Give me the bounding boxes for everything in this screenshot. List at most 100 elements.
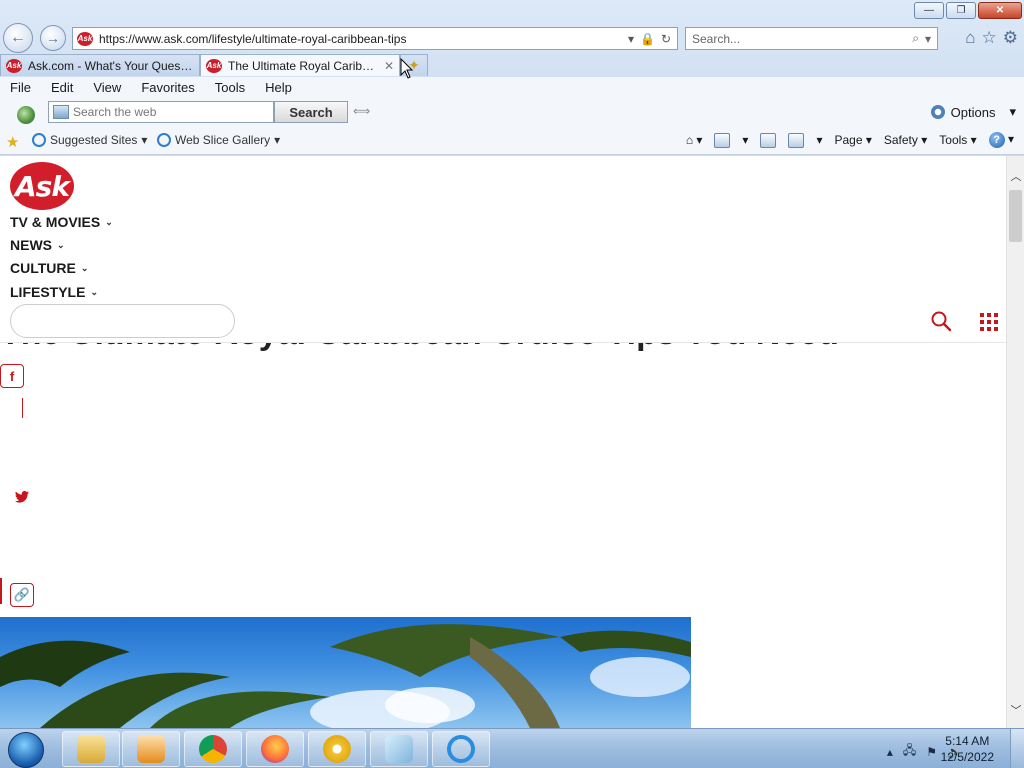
browser-search-placeholder[interactable]: Search... [692,32,912,46]
twitter-bird-icon [15,491,29,503]
text-caret [22,398,23,418]
ask-favicon-icon: Ask [206,58,222,73]
refresh-icon[interactable]: ↻ [661,32,671,46]
twitter-share-button[interactable] [12,490,32,510]
mouse-cursor-icon [400,58,414,79]
taskbar-explorer[interactable] [62,731,120,767]
options-button[interactable]: Options ▾ [930,104,1016,120]
address-bar[interactable]: Ask https://www.ask.com/lifestyle/ultima… [72,27,678,50]
home-button[interactable]: ⌂ ▾ [686,133,703,147]
options-label: Options [950,104,996,120]
back-button[interactable]: ← [3,23,33,53]
web-search-placeholder[interactable]: Search the web [73,105,156,119]
dropdown-arrow-icon[interactable]: ▾ [628,32,634,46]
read-mail-icon[interactable] [760,132,777,148]
facebook-share-button[interactable]: f [0,364,24,388]
taskbar-notepad[interactable] [370,731,428,767]
menu-edit[interactable]: Edit [51,80,73,95]
taskbar-media-player[interactable] [122,731,180,767]
search-provider-icon[interactable] [53,105,69,119]
safety-menu-label: Safety [883,133,918,147]
taskbar-firefox[interactable] [246,731,304,767]
nav-label: TV & MOVIES [10,214,101,230]
tab-ask-home[interactable]: Ask Ask.com - What's Your Questi... [0,54,200,76]
chevron-down-icon: ⌄ [90,286,98,297]
show-desktop-button[interactable] [1010,729,1024,768]
browser-search-box[interactable]: Search... ⌕ ▾ [685,27,938,50]
scroll-up-icon[interactable]: ︿ [1009,168,1023,183]
safety-menu[interactable]: Safety ▾ [884,133,927,147]
folder-icon [77,735,105,763]
nav-news[interactable]: NEWS ⌄ [10,237,65,253]
action-center-flag-icon[interactable]: ⚑ [926,745,937,759]
nav-tv-movies[interactable]: TV & MOVIES ⌄ [10,214,113,230]
favorites-star-icon[interactable]: ☆ [982,28,997,48]
taskbar-app-stethoscope[interactable] [308,731,366,767]
internet-explorer-icon [447,735,475,763]
scroll-down-icon[interactable]: ﹀ [1009,702,1023,717]
suggested-sites-link[interactable]: Suggested Sites ▾ [32,133,147,147]
restore-button[interactable]: ❐ [946,2,976,19]
address-url[interactable]: https://www.ask.com/lifestyle/ultimate-r… [99,32,628,46]
chevron-down-icon: ▾ [1009,104,1016,119]
tray-expand-icon[interactable]: ▴ [887,745,893,759]
tools-menu-label: Tools [939,133,968,147]
arrow-left-icon: ← [10,29,26,46]
favorites-star-icon[interactable]: ★ [6,133,19,151]
window-controls: — ❐ ✕ [914,2,1022,19]
taskbar-chrome[interactable] [184,731,242,767]
toolbar-grip-icon[interactable]: ⟺ [353,104,370,118]
page-menu-label: Page [834,133,863,147]
taskbar-internet-explorer[interactable] [432,731,490,767]
rss-feeds-icon[interactable] [714,132,731,148]
tools-menu[interactable]: Tools ▾ [939,133,976,147]
feeds-dropdown-icon[interactable]: ▾ [742,133,748,147]
site-search-input[interactable] [10,304,235,338]
gear-icon[interactable]: ⚙ [1003,28,1018,48]
lock-icon[interactable]: 🔒 [640,32,655,46]
print-dropdown-icon[interactable]: ▾ [816,133,822,147]
taskbar-clock[interactable]: 5:14 AM 12/5/2022 [941,733,994,765]
hero-image [0,617,691,728]
chevron-down-icon: ▾ [141,133,148,147]
clock-date: 12/5/2022 [940,750,994,764]
firefox-icon [261,735,289,763]
page-menu[interactable]: Page ▾ [834,133,871,147]
menu-file[interactable]: File [10,80,31,95]
help-menu[interactable]: ? ▾ [988,132,1014,148]
home-icon[interactable]: ⌂ [965,28,975,48]
nav-culture[interactable]: CULTURE ⌄ [10,260,88,276]
share-accent-bar [0,578,2,604]
nav-lifestyle[interactable]: LIFESTYLE ⌄ [10,284,98,300]
tab-royal-caribbean[interactable]: Ask The Ultimate Royal Caribbe... ✕ [200,54,400,76]
network-icon[interactable]: 🖧 [903,741,916,762]
web-slice-gallery-label: Web Slice Gallery [175,133,271,147]
apps-grid-icon[interactable] [980,313,998,331]
browser-toolbar-icons: ⌂ ☆ ⚙ [965,28,1018,48]
menu-view[interactable]: View [93,80,121,95]
chrome-icon [199,735,227,763]
menu-help[interactable]: Help [265,80,292,95]
start-button[interactable] [8,732,44,768]
menu-tools[interactable]: Tools [215,80,245,95]
scroll-thumb[interactable] [1009,190,1022,242]
search-dropdown-icon[interactable]: ▾ [925,32,931,46]
print-icon[interactable] [788,132,805,148]
globe-icon[interactable] [17,106,35,124]
options-gear-icon [930,105,945,119]
ask-logo[interactable]: Ask [10,162,74,210]
menu-favorites[interactable]: Favorites [141,80,194,95]
forward-button[interactable]: → [40,25,66,51]
search-icon[interactable] [930,310,952,332]
magnifier-icon[interactable]: ⌕ [912,31,919,46]
web-slice-gallery-link[interactable]: Web Slice Gallery ▾ [157,133,280,147]
chevron-down-icon: ⌄ [80,262,89,273]
web-search-input[interactable]: Search the web [48,101,274,123]
close-window-button[interactable]: ✕ [978,2,1022,19]
vertical-scrollbar[interactable]: ︿ ﹀ [1006,156,1024,728]
copy-link-button[interactable]: 🔗 [10,583,34,607]
close-tab-icon[interactable]: ✕ [384,59,394,73]
stethoscope-icon [323,735,351,763]
web-search-button[interactable]: Search [274,101,348,123]
minimize-button[interactable]: — [914,2,944,19]
